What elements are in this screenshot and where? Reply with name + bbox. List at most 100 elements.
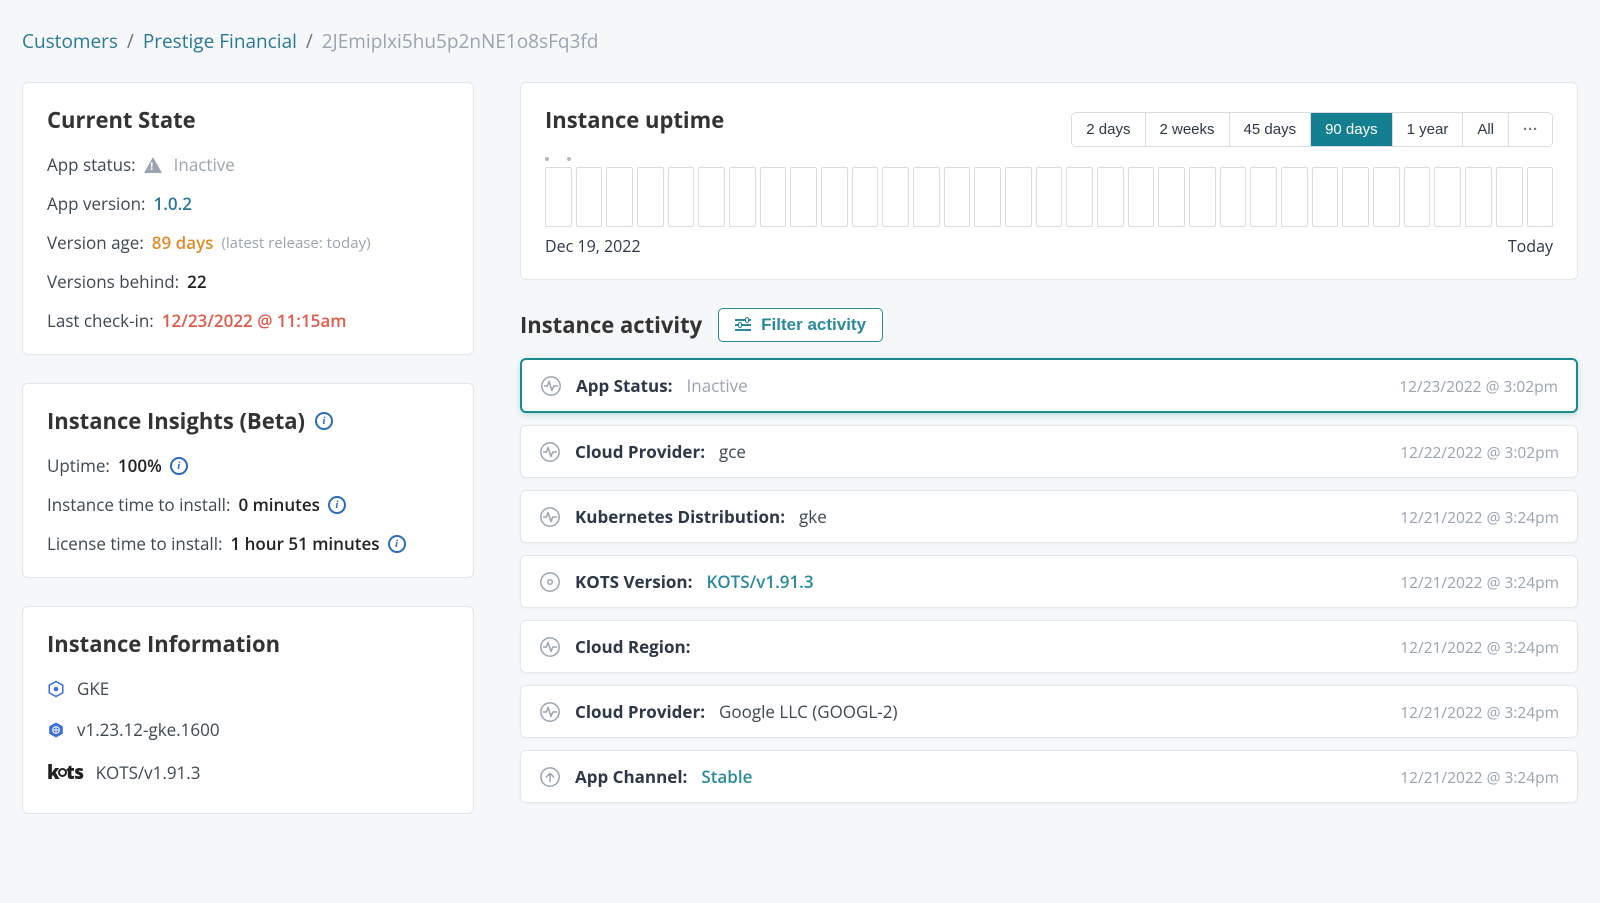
license-tti-value: 1 hour 51 minutes bbox=[230, 532, 379, 555]
k8s-distribution: GKE bbox=[77, 677, 109, 700]
uptime-bar bbox=[1434, 167, 1461, 227]
uptime-bar bbox=[1281, 167, 1308, 227]
versions-behind-label: Versions behind: bbox=[47, 270, 179, 293]
activity-label: App Channel: bbox=[575, 765, 687, 788]
activity-item[interactable]: App Status:Inactive12/23/2022 @ 3:02pm bbox=[520, 358, 1578, 413]
kots-logo-icon: kts bbox=[47, 759, 84, 785]
instance-activity-title: Instance activity bbox=[520, 310, 702, 340]
activity-item[interactable]: Kubernetes Distribution:gke12/21/2022 @ … bbox=[520, 490, 1578, 543]
uptime-bar bbox=[576, 167, 603, 227]
activity-timestamp: 12/21/2022 @ 3:24pm bbox=[1400, 506, 1559, 528]
activity-value[interactable]: Stable bbox=[701, 765, 752, 788]
app-version-label: App version: bbox=[47, 192, 145, 215]
activity-list: App Status:Inactive12/23/2022 @ 3:02pm Cl… bbox=[520, 358, 1578, 803]
activity-label: KOTS Version: bbox=[575, 570, 692, 593]
uptime-bar bbox=[545, 167, 572, 227]
activity-item[interactable]: Cloud Region: 12/21/2022 @ 3:24pm bbox=[520, 620, 1578, 673]
uptime-bar bbox=[606, 167, 633, 227]
activity-label: Cloud Region: bbox=[575, 635, 691, 658]
activity-timestamp: 12/22/2022 @ 3:02pm bbox=[1400, 441, 1559, 463]
pulse-icon bbox=[539, 441, 561, 463]
uptime-bar bbox=[1496, 167, 1523, 227]
breadcrumb-customer-link[interactable]: Prestige Financial bbox=[143, 28, 297, 54]
instance-insights-card: Instance Insights (Beta) i Uptime: 100% … bbox=[22, 383, 474, 578]
uptime-bar bbox=[1373, 167, 1400, 227]
uptime-bar bbox=[729, 167, 756, 227]
uptime-range-option[interactable]: 90 days bbox=[1310, 113, 1392, 146]
breadcrumb-customers-link[interactable]: Customers bbox=[22, 28, 118, 54]
version-age-note: (latest release: today) bbox=[221, 233, 370, 253]
uptime-range-option[interactable]: 45 days bbox=[1229, 113, 1311, 146]
last-checkin-label: Last check-in: bbox=[47, 309, 154, 332]
gke-icon bbox=[47, 680, 65, 698]
uptime-bar bbox=[1005, 167, 1032, 227]
uptime-bar bbox=[1527, 167, 1554, 227]
pulse-icon bbox=[539, 506, 561, 528]
instance-tti-label: Instance time to install: bbox=[47, 493, 230, 516]
activity-timestamp: 12/21/2022 @ 3:24pm bbox=[1400, 701, 1559, 723]
uptime-bar bbox=[760, 167, 787, 227]
filter-activity-label: Filter activity bbox=[761, 315, 866, 335]
uptime-chart bbox=[545, 167, 1553, 227]
uptime-bar bbox=[913, 167, 940, 227]
breadcrumb-sep: / bbox=[306, 28, 313, 54]
info-icon[interactable]: i bbox=[315, 412, 333, 430]
uptime-bar bbox=[1250, 167, 1277, 227]
uptime-bar bbox=[882, 167, 909, 227]
uptime-range-more[interactable]: ··· bbox=[1508, 113, 1552, 146]
uptime-bar bbox=[668, 167, 695, 227]
warning-icon bbox=[144, 157, 162, 173]
dot-icon bbox=[539, 571, 561, 593]
uptime-range-option[interactable]: 1 year bbox=[1392, 113, 1463, 146]
app-status-value: Inactive bbox=[174, 153, 235, 176]
uptime-bar bbox=[1220, 167, 1247, 227]
breadcrumb-sep: / bbox=[127, 28, 134, 54]
instance-insights-title: Instance Insights (Beta) bbox=[47, 406, 305, 436]
uptime-start-date: Dec 19, 2022 bbox=[545, 235, 641, 257]
uptime-value: 100% bbox=[118, 454, 162, 477]
uptime-bar bbox=[1189, 167, 1216, 227]
activity-label: Kubernetes Distribution: bbox=[575, 505, 785, 528]
activity-item[interactable]: KOTS Version:KOTS/v1.91.312/21/2022 @ 3:… bbox=[520, 555, 1578, 608]
uptime-bar bbox=[1465, 167, 1492, 227]
current-state-title: Current State bbox=[47, 105, 449, 135]
current-state-card: Current State App status: Inactive App v… bbox=[22, 82, 474, 355]
uptime-range-option[interactable]: All bbox=[1462, 113, 1508, 146]
uptime-bar bbox=[1158, 167, 1185, 227]
versions-behind-value: 22 bbox=[187, 270, 206, 293]
activity-item[interactable]: Cloud Provider:Google LLC (GOOGL-2)12/21… bbox=[520, 685, 1578, 738]
activity-label: Cloud Provider: bbox=[575, 700, 705, 723]
info-icon[interactable]: i bbox=[170, 457, 188, 475]
activity-timestamp: 12/21/2022 @ 3:24pm bbox=[1400, 636, 1559, 658]
kots-version: KOTS/v1.91.3 bbox=[96, 761, 201, 784]
activity-value[interactable]: KOTS/v1.91.3 bbox=[706, 570, 813, 593]
uptime-range-option[interactable]: 2 days bbox=[1072, 113, 1144, 146]
uptime-end-date: Today bbox=[1508, 235, 1553, 257]
up-icon bbox=[539, 766, 561, 788]
activity-label: Cloud Provider: bbox=[575, 440, 705, 463]
breadcrumb: Customers / Prestige Financial / 2JEmipl… bbox=[22, 28, 1578, 54]
instance-information-title: Instance Information bbox=[47, 629, 449, 659]
uptime-range-option[interactable]: 2 weeks bbox=[1145, 113, 1229, 146]
info-icon[interactable]: i bbox=[328, 496, 346, 514]
filter-activity-button[interactable]: Filter activity bbox=[718, 308, 883, 342]
app-version-value[interactable]: 1.0.2 bbox=[153, 192, 191, 215]
instance-uptime-title: Instance uptime bbox=[545, 105, 724, 135]
activity-item[interactable]: Cloud Provider: gce 12/22/2022 @ 3:02pm bbox=[520, 425, 1578, 478]
uptime-bar bbox=[821, 167, 848, 227]
uptime-bar bbox=[1404, 167, 1431, 227]
uptime-bar bbox=[1312, 167, 1339, 227]
uptime-bar bbox=[637, 167, 664, 227]
info-icon[interactable]: i bbox=[388, 535, 406, 553]
uptime-bar bbox=[1036, 167, 1063, 227]
instance-uptime-card: Instance uptime 2 days2 weeks45 days90 d… bbox=[520, 82, 1578, 280]
activity-value: gce bbox=[719, 440, 746, 463]
activity-item[interactable]: App Channel:Stable12/21/2022 @ 3:24pm bbox=[520, 750, 1578, 803]
filter-icon bbox=[735, 319, 751, 331]
activity-timestamp: 12/23/2022 @ 3:02pm bbox=[1399, 375, 1558, 397]
app-status-label: App status: bbox=[47, 153, 136, 176]
version-age-label: Version age: bbox=[47, 231, 144, 254]
last-checkin-value: 12/23/2022 @ 11:15am bbox=[162, 309, 347, 332]
uptime-bar bbox=[1066, 167, 1093, 227]
uptime-bar bbox=[1342, 167, 1369, 227]
